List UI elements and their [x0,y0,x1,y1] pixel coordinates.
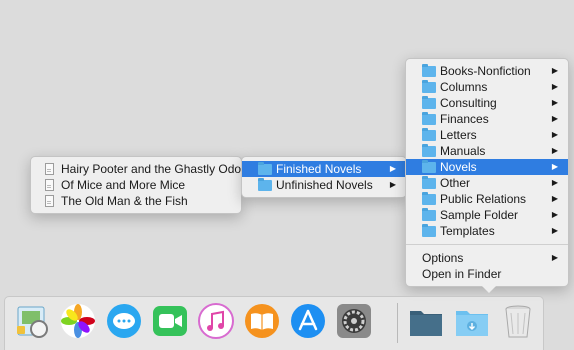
dock-divider [397,303,398,343]
ibooks-icon[interactable] [243,302,281,340]
menu-item-label: Templates [440,224,495,238]
trash-icon[interactable] [499,302,537,340]
documents-folder-icon[interactable] [407,302,445,340]
downloads-folder-icon[interactable] [453,302,491,340]
stack-menu: Books-Nonfiction ▶ Columns ▶ Consulting ▶ F… [405,58,569,293]
menu-item-label: The Old Man & the Fish [61,194,188,208]
folder-icon [422,95,436,109]
menu-item-open-in-finder[interactable]: Open in Finder [406,266,568,282]
menu-item-label: Sample Folder [440,208,519,222]
submenu-arrow-icon: ▶ [551,146,558,155]
menu-item-label: Unfinished Novels [276,178,373,192]
system-preferences-icon[interactable] [335,302,373,340]
menu-item-public-relations[interactable]: Public Relations ▶ [406,191,568,207]
submenu-arrow-icon: ▶ [551,178,558,187]
itunes-icon[interactable] [197,302,235,340]
submenu-arrow-icon: ▶ [551,114,558,123]
menu-item-file[interactable]: The Old Man & the Fish [31,193,241,209]
files-submenu: Hairy Pooter and the Ghastly Odor Of Mic… [30,156,245,214]
menu-item-label: Public Relations [440,192,527,206]
submenu-arrow-icon: ▶ [551,162,558,171]
folder-icon [258,161,272,175]
menu-item-other[interactable]: Other ▶ [406,175,568,191]
submenu-arrow-icon: ▶ [389,180,396,189]
submenu-arrow-icon: ▶ [551,194,558,203]
folder-icon [422,207,436,221]
document-icon [45,179,54,191]
menu-item-manuals[interactable]: Manuals ▶ [406,143,568,159]
menu-item-label: Hairy Pooter and the Ghastly Odor [61,162,246,176]
submenu-arrow-icon: ▶ [551,253,558,262]
menu-item-letters[interactable]: Letters ▶ [406,127,568,143]
menu-item-file[interactable]: Hairy Pooter and the Ghastly Odor [31,161,245,177]
submenu-arrow-icon: ▶ [551,82,558,91]
folder-icon [422,63,436,77]
dock [4,296,544,350]
document-icon [45,163,54,175]
menu-item-consulting[interactable]: Consulting ▶ [406,95,568,111]
folder-icon [422,127,436,141]
document-icon [45,195,54,207]
menu-item-templates[interactable]: Templates ▶ [406,223,568,239]
menu-item-label: Other [440,176,471,190]
menu-item-label: Consulting [440,96,497,110]
photos-icon[interactable] [59,302,97,340]
menu-item-novels[interactable]: Novels ▶ [406,159,568,175]
folder-icon [422,191,436,205]
menu-item-label: Of Mice and More Mice [61,178,186,192]
preview-icon[interactable] [13,302,51,340]
menu-item-finished-novels[interactable]: Finished Novels ▶ [242,161,406,177]
menu-item-label: Manuals [440,144,486,158]
menu-item-options[interactable]: Options ▶ [406,250,568,266]
facetime-icon[interactable] [151,302,189,340]
messages-icon[interactable] [105,302,143,340]
app-store-icon[interactable] [289,302,327,340]
menu-item-label: Columns [440,80,488,94]
menu-item-label: Open in Finder [422,267,502,281]
menu-item-label: Finished Novels [276,162,362,176]
menu-item-label: Novels [440,160,477,174]
folder-icon [422,159,436,173]
menu-item-label: Books-Nonfiction [440,64,531,78]
submenu-arrow-icon: ▶ [551,210,558,219]
menu-item-columns[interactable]: Columns ▶ [406,79,568,95]
folder-icon [422,175,436,189]
folder-icon [422,223,436,237]
menu-item-sample-folder[interactable]: Sample Folder ▶ [406,207,568,223]
menu-item-finances[interactable]: Finances ▶ [406,111,568,127]
submenu-arrow-icon: ▶ [551,226,558,235]
menu-item-books-nonfiction[interactable]: Books-Nonfiction ▶ [406,63,568,79]
submenu-arrow-icon: ▶ [551,98,558,107]
submenu-arrow-icon: ▶ [551,130,558,139]
menu-item-label: Letters [440,128,477,142]
folder-icon [258,177,272,191]
menu-item-label: Finances [440,112,489,126]
menu-item-file[interactable]: Of Mice and More Mice [31,177,241,193]
submenu-arrow-icon: ▶ [389,164,396,173]
folder-icon [422,143,436,157]
menu-separator [406,244,568,245]
folder-icon [422,111,436,125]
folder-icon [422,79,436,93]
submenu-arrow-icon: ▶ [551,66,558,75]
menu-item-label: Options [422,251,464,265]
novels-submenu: Finished Novels ▶ Unfinished Novels ▶ [241,156,407,198]
menu-item-unfinished-novels[interactable]: Unfinished Novels ▶ [242,177,406,193]
